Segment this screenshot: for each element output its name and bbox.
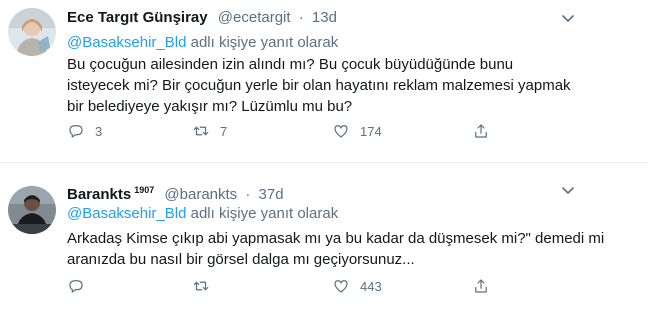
avatar[interactable] bbox=[8, 8, 56, 56]
tweet-actions: 3 7 174 bbox=[67, 120, 507, 142]
tweet-text: Arkadaş Kimse çıkıp abi yapmasak mı ya b… bbox=[67, 230, 605, 268]
like-count: 443 bbox=[360, 278, 382, 294]
like-count: 174 bbox=[360, 123, 382, 139]
replying-to: @Basaksehir_Bld adlı kişiye yanıt olarak bbox=[67, 33, 338, 53]
author-name[interactable]: Barankts bbox=[67, 186, 131, 203]
reply-button[interactable] bbox=[67, 275, 95, 297]
tweet[interactable]: Ece Targıt Günşiray @ecetargit · 13d @Ba… bbox=[0, 0, 648, 162]
reply-button[interactable]: 3 bbox=[67, 120, 102, 142]
separator-dot: · bbox=[298, 9, 304, 26]
avatar[interactable] bbox=[8, 186, 56, 234]
timestamp[interactable]: 13d bbox=[312, 9, 337, 26]
heart-icon bbox=[334, 280, 348, 293]
retweet-button[interactable]: 7 bbox=[192, 120, 227, 142]
reply-count: 3 bbox=[95, 123, 103, 139]
author-handle[interactable]: @barankts bbox=[164, 186, 237, 203]
replying-suffix: adlı kişiye yanıt olarak bbox=[190, 34, 339, 51]
reply-icon bbox=[69, 125, 83, 138]
tweet-header: Ece Targıt Günşiray @ecetargit · 13d bbox=[67, 8, 337, 28]
tweet-header: Barankts 1907 @barankts · 37d bbox=[67, 180, 284, 203]
reply-icon bbox=[69, 280, 83, 293]
replying-suffix: adlı kişiye yanıt olarak bbox=[190, 205, 339, 222]
timestamp[interactable]: 37d bbox=[259, 186, 284, 203]
name-badge: 1907 bbox=[134, 185, 155, 195]
retweet-icon bbox=[193, 126, 209, 136]
chevron-down-icon[interactable] bbox=[558, 8, 578, 28]
replying-to: @Basaksehir_Bld adlı kişiye yanıt olarak bbox=[67, 204, 338, 224]
retweet-count: 7 bbox=[220, 123, 228, 139]
separator-dot: · bbox=[245, 186, 251, 203]
chevron-down-icon[interactable] bbox=[558, 180, 578, 200]
tweet-actions: 443 bbox=[67, 275, 507, 297]
like-button[interactable]: 174 bbox=[332, 120, 382, 142]
author-name[interactable]: Ece Targıt Günşiray bbox=[67, 9, 208, 26]
share-button[interactable] bbox=[472, 120, 490, 142]
like-button[interactable]: 443 bbox=[332, 275, 382, 297]
tweet-text: Bu çocuğun ailesinden izin alındı mı? Bu… bbox=[67, 56, 571, 115]
share-icon bbox=[475, 124, 487, 138]
share-button[interactable] bbox=[472, 275, 490, 297]
tweet[interactable]: Barankts 1907 @barankts · 37d @Basaksehir… bbox=[0, 163, 648, 314]
mention-link[interactable]: @Basaksehir_Bld bbox=[67, 34, 186, 51]
heart-icon bbox=[334, 125, 348, 138]
retweet-icon bbox=[193, 281, 209, 291]
retweet-button[interactable] bbox=[192, 275, 220, 297]
share-icon bbox=[475, 279, 487, 293]
mention-link[interactable]: @Basaksehir_Bld bbox=[67, 205, 186, 222]
author-handle[interactable]: @ecetargit bbox=[218, 9, 291, 26]
